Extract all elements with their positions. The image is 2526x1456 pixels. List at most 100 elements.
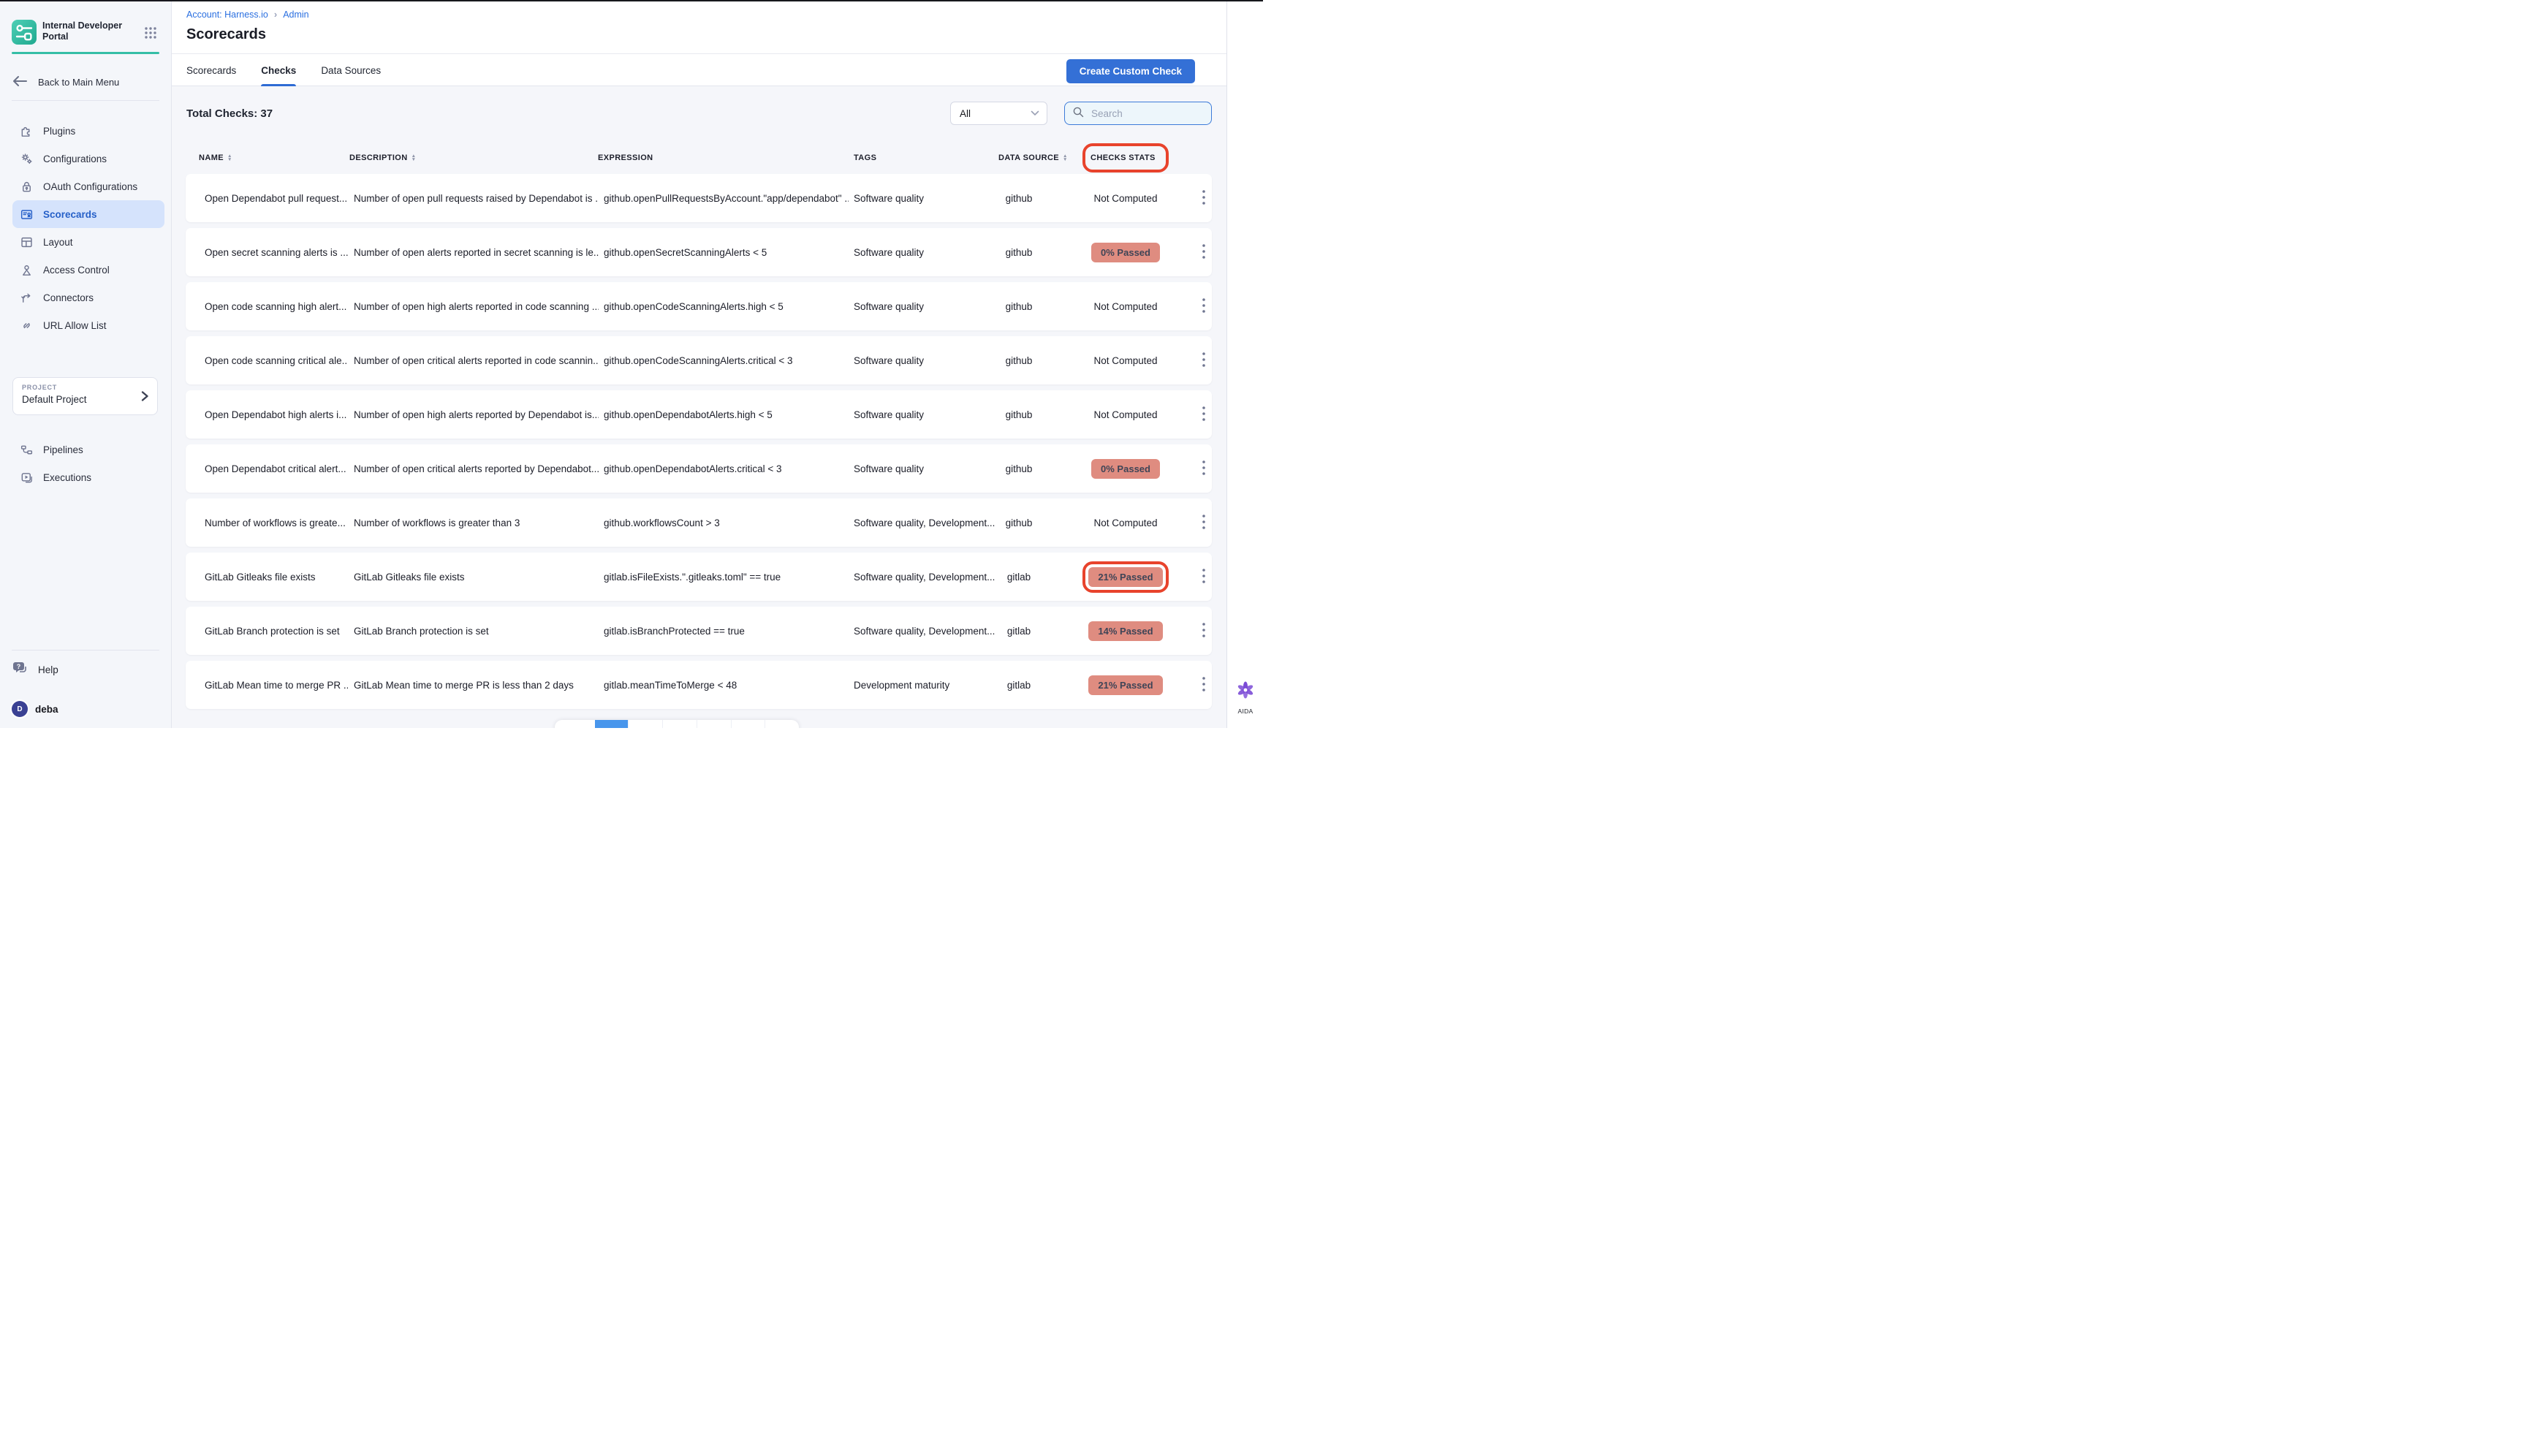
- breadcrumb-chevron-icon: ›: [274, 9, 277, 20]
- row-kebab-menu[interactable]: [1196, 390, 1212, 439]
- breadcrumb-admin-link[interactable]: Admin: [283, 10, 308, 20]
- row-kebab-menu[interactable]: [1196, 553, 1212, 601]
- page-header: Account: Harness.io › Admin Scorecards: [172, 0, 1226, 54]
- check-expression: gitlab.isBranchProtected == true: [604, 607, 849, 655]
- check-data-source: github: [979, 174, 1059, 222]
- row-kebab-menu[interactable]: [1196, 174, 1212, 222]
- check-tags: Development maturity: [854, 661, 1000, 709]
- kebab-icon: [1202, 568, 1206, 586]
- column-header-name[interactable]: NAME▲▼: [199, 143, 232, 172]
- pagination-page-active[interactable]: [595, 720, 628, 728]
- user-menu[interactable]: D deba: [12, 698, 58, 720]
- column-header-description[interactable]: DESCRIPTION▲▼: [349, 143, 416, 172]
- pagination-bar[interactable]: [555, 720, 799, 728]
- pagination-page[interactable]: [697, 720, 731, 728]
- pagination-page[interactable]: [662, 720, 697, 728]
- sidebar-item-configurations[interactable]: Configurations: [12, 145, 164, 172]
- pagination-page[interactable]: [628, 720, 662, 728]
- sidebar-item-label: Configurations: [43, 153, 107, 164]
- check-name: Open Dependabot high alerts i...: [205, 390, 348, 439]
- check-tags: Software quality: [854, 336, 1000, 384]
- sidebar-item-access-control[interactable]: Access Control: [12, 256, 164, 284]
- project-nav: Pipelines Executions: [0, 436, 172, 491]
- sort-icon[interactable]: ▲▼: [227, 154, 232, 162]
- sort-icon[interactable]: ▲▼: [411, 154, 417, 162]
- sidebar-item-label: Executions: [43, 472, 91, 483]
- sidebar-item-executions[interactable]: Executions: [12, 463, 164, 491]
- check-name: Open code scanning high alert...: [205, 282, 348, 330]
- check-tags: Software quality: [854, 228, 1000, 276]
- sidebar-item-url-allow-list[interactable]: URL Allow List: [12, 311, 164, 339]
- tab-scorecards[interactable]: Scorecards: [186, 54, 236, 86]
- pass-rate-badge: 0% Passed: [1091, 459, 1160, 479]
- check-description: Number of open alerts reported in secret…: [354, 228, 599, 276]
- project-selector[interactable]: PROJECT Default Project: [12, 377, 158, 415]
- link-icon: [20, 319, 34, 333]
- breadcrumb-account-link[interactable]: Account: Harness.io: [186, 10, 268, 20]
- lock-icon: [20, 180, 34, 194]
- row-kebab-menu[interactable]: [1196, 498, 1212, 547]
- check-expression: github.openDependabotAlerts.high < 5: [604, 390, 849, 439]
- help-link[interactable]: ? Help: [12, 659, 58, 680]
- check-name: GitLab Branch protection is set: [205, 607, 348, 655]
- row-kebab-menu[interactable]: [1196, 661, 1212, 709]
- row-kebab-menu[interactable]: [1196, 607, 1212, 655]
- column-header-label: EXPRESSION: [598, 153, 653, 162]
- check-name: GitLab Gitleaks file exists: [205, 553, 348, 601]
- puzzle-icon: [20, 124, 34, 138]
- sidebar-item-plugins[interactable]: Plugins: [12, 117, 164, 145]
- module-grid-icon[interactable]: [143, 26, 158, 40]
- row-kebab-menu[interactable]: [1196, 336, 1212, 384]
- tab-checks[interactable]: Checks: [261, 54, 296, 86]
- pagination-next[interactable]: [765, 720, 799, 728]
- check-description: Number of open high alerts reported by D…: [354, 390, 599, 439]
- project-label: PROJECT: [22, 384, 57, 391]
- pagination-page[interactable]: [731, 720, 765, 728]
- sidebar-item-connectors[interactable]: Connectors: [12, 284, 164, 311]
- pipeline-icon: [20, 443, 34, 457]
- pass-rate-badge: 21% Passed: [1088, 675, 1162, 695]
- sidebar-item-label: URL Allow List: [43, 320, 107, 331]
- total-checks-label: Total Checks: 37: [186, 107, 273, 120]
- column-header-data-source[interactable]: DATA SOURCE ▲▼: [998, 143, 1068, 172]
- user-name: deba: [35, 704, 58, 715]
- check-expression: github.openSecretScanningAlerts < 5: [604, 228, 849, 276]
- pagination-prev[interactable]: [555, 720, 595, 728]
- row-kebab-menu[interactable]: [1196, 282, 1212, 330]
- table-header-row: NAME▲▼DESCRIPTION▲▼EXPRESSIONTAGSDATA SO…: [172, 143, 1226, 172]
- search-input[interactable]: [1090, 107, 1202, 120]
- kebab-icon: [1202, 676, 1206, 694]
- filter-dropdown[interactable]: All: [950, 102, 1047, 125]
- sidebar-item-pipelines[interactable]: Pipelines: [12, 436, 164, 463]
- check-data-source: gitlab: [979, 607, 1059, 655]
- badge-annotation-ring: [1082, 561, 1168, 593]
- pass-rate-badge: 21% Passed: [1088, 567, 1162, 587]
- create-custom-check-button[interactable]: Create Custom Check: [1066, 59, 1195, 83]
- check-expression: github.workflowsCount > 3: [604, 498, 849, 547]
- sidebar-item-oauth-configurations[interactable]: OAuth Configurations: [12, 172, 164, 200]
- column-header-expression: EXPRESSION: [598, 143, 653, 172]
- sidebar-item-layout[interactable]: Layout: [12, 228, 164, 256]
- check-stats: Not Computed: [1060, 336, 1191, 384]
- svg-text:?: ?: [17, 663, 21, 670]
- help-label: Help: [38, 664, 58, 675]
- sidebar-item-scorecards[interactable]: Scorecards: [12, 200, 164, 228]
- status-text: Not Computed: [1093, 517, 1157, 528]
- help-icon: ?: [12, 661, 29, 679]
- aida-assistant-button[interactable]: AIDA: [1227, 680, 1263, 715]
- sidebar-item-label: Access Control: [43, 265, 110, 276]
- check-name: Open Dependabot critical alert...: [205, 444, 348, 493]
- check-stats: 0% Passed: [1060, 228, 1191, 276]
- row-kebab-menu[interactable]: [1196, 228, 1212, 276]
- status-text: Not Computed: [1093, 355, 1157, 366]
- sidebar: Internal Developer Portal Back to Main M…: [0, 0, 172, 728]
- check-stats: 21% Passed: [1060, 553, 1191, 601]
- column-header-label: DATA SOURCE: [998, 153, 1059, 162]
- check-description: GitLab Branch protection is set: [354, 607, 599, 655]
- back-to-main-menu[interactable]: Back to Main Menu: [12, 71, 160, 93]
- check-description: Number of open pull requests raised by D…: [354, 174, 599, 222]
- tab-data-sources[interactable]: Data Sources: [321, 54, 381, 86]
- row-kebab-menu[interactable]: [1196, 444, 1212, 493]
- check-expression: github.openDependabotAlerts.critical < 3: [604, 444, 849, 493]
- sort-icon[interactable]: ▲▼: [1063, 154, 1068, 162]
